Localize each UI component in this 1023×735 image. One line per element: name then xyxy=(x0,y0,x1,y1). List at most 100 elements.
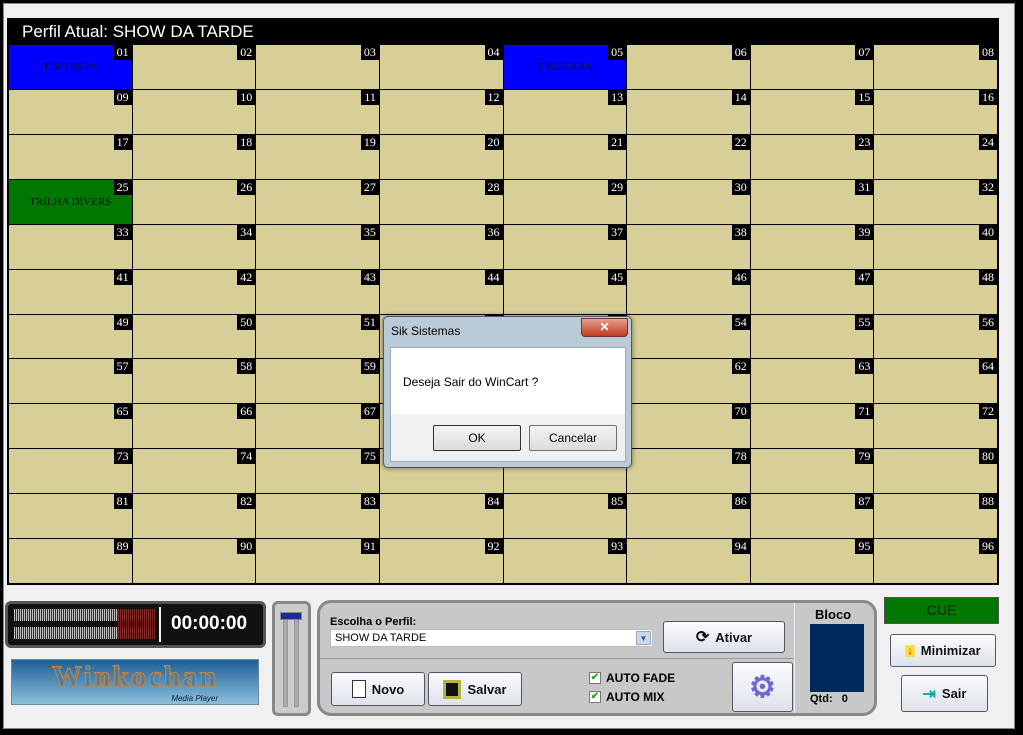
cart-cell[interactable]: 20 xyxy=(379,134,503,179)
cart-cell[interactable]: 36 xyxy=(379,224,503,269)
cart-cell[interactable]: 31 xyxy=(750,179,874,224)
cart-cell[interactable]: 12 xyxy=(379,89,503,134)
cart-cell[interactable]: 29 xyxy=(503,179,627,224)
cart-cell[interactable]: 04 xyxy=(379,45,503,89)
cart-cell[interactable]: 40 xyxy=(874,224,997,269)
cart-cell[interactable]: 43 xyxy=(256,269,379,314)
cart-cell[interactable]: 65 xyxy=(9,404,132,449)
cart-cell[interactable]: 07 xyxy=(750,45,874,89)
cart-cell[interactable]: 14 xyxy=(627,89,750,134)
cart-cell[interactable]: 03 xyxy=(256,45,379,89)
cart-cell[interactable]: 13 xyxy=(503,89,627,134)
cart-cell[interactable]: 74 xyxy=(132,449,256,494)
save-button[interactable]: Salvar xyxy=(428,672,522,706)
cart-cell[interactable]: 10 xyxy=(132,89,256,134)
cart-cell[interactable]: 89 xyxy=(9,539,132,583)
cart-cell[interactable]: 47 xyxy=(750,269,874,314)
cart-cell[interactable]: 35 xyxy=(256,224,379,269)
cart-cell[interactable]: 21 xyxy=(503,134,627,179)
cart-cell[interactable]: 82 xyxy=(132,494,256,539)
cart-cell[interactable]: 70 xyxy=(627,404,750,449)
cart-cell[interactable]: 81 xyxy=(9,494,132,539)
cart-cell[interactable]: 93 xyxy=(503,539,627,583)
cart-cell[interactable]: 85 xyxy=(503,494,627,539)
cart-cell[interactable]: 67 xyxy=(256,404,379,449)
chevron-down-icon[interactable]: ▼ xyxy=(636,631,651,645)
ok-button[interactable]: OK xyxy=(433,425,521,451)
cart-cell[interactable]: 83 xyxy=(256,494,379,539)
cart-cell[interactable]: 28 xyxy=(379,179,503,224)
cart-cell[interactable]: 09 xyxy=(9,89,132,134)
cart-cell[interactable]: 88 xyxy=(874,494,997,539)
cart-cell[interactable]: 63 xyxy=(750,359,874,404)
cart-cell[interactable]: 55 xyxy=(750,314,874,359)
fader-handle[interactable] xyxy=(280,612,302,620)
cart-cell[interactable]: 11 xyxy=(256,89,379,134)
cart-cell[interactable]: 57 xyxy=(9,359,132,404)
cart-cell[interactable]: 27 xyxy=(256,179,379,224)
cancel-button[interactable]: Cancelar xyxy=(529,425,617,451)
cart-cell[interactable]: 44 xyxy=(379,269,503,314)
cart-cell[interactable]: 45 xyxy=(503,269,627,314)
dialog-close-button[interactable]: ✕ xyxy=(581,318,628,337)
cart-cell[interactable]: 94 xyxy=(627,539,750,583)
cart-cell[interactable]: 02 xyxy=(132,45,256,89)
cart-cell[interactable]: 19 xyxy=(256,134,379,179)
cart-cell[interactable]: 62 xyxy=(627,359,750,404)
cart-cell[interactable]: 56 xyxy=(874,314,997,359)
activate-button[interactable]: ⟳ Ativar xyxy=(663,621,785,653)
cart-cell[interactable]: 17 xyxy=(9,134,132,179)
auto-mix-checkbox[interactable]: ✔ AUTO MIX xyxy=(589,690,664,704)
cart-cell[interactable]: 34 xyxy=(132,224,256,269)
cart-cell[interactable]: 26 xyxy=(132,179,256,224)
cart-cell[interactable]: 92 xyxy=(379,539,503,583)
profile-select[interactable]: SHOW DA TARDE ▼ xyxy=(330,629,653,647)
settings-button[interactable]: ⚙ xyxy=(732,662,793,712)
cart-cell[interactable]: 16 xyxy=(874,89,997,134)
cart-cell[interactable]: 08 xyxy=(874,45,997,89)
cart-cell[interactable]: 01 T NOTICIA xyxy=(9,45,132,89)
cart-cell[interactable]: 80 xyxy=(874,449,997,494)
new-button[interactable]: Novo xyxy=(331,672,425,706)
cart-cell[interactable]: 66 xyxy=(132,404,256,449)
cart-cell[interactable]: 46 xyxy=(627,269,750,314)
cart-cell[interactable]: 48 xyxy=(874,269,997,314)
cart-cell[interactable]: 38 xyxy=(627,224,750,269)
cart-cell[interactable]: 39 xyxy=(750,224,874,269)
cart-cell[interactable]: 54 xyxy=(627,314,750,359)
cart-cell[interactable]: 33 xyxy=(9,224,132,269)
cart-cell[interactable]: 86 xyxy=(627,494,750,539)
cart-cell[interactable]: 84 xyxy=(379,494,503,539)
cart-cell[interactable]: 24 xyxy=(874,134,997,179)
exit-button[interactable]: ⇥ Sair xyxy=(901,675,988,712)
cue-indicator[interactable]: CUE xyxy=(884,597,999,624)
volume-fader[interactable] xyxy=(272,601,311,716)
cart-cell[interactable]: 87 xyxy=(750,494,874,539)
cart-cell[interactable]: 79 xyxy=(750,449,874,494)
cart-cell[interactable]: 90 xyxy=(132,539,256,583)
cart-cell[interactable]: 59 xyxy=(256,359,379,404)
cart-cell[interactable]: 25 TRILHA DIVERS xyxy=(9,179,132,224)
cart-cell[interactable]: 75 xyxy=(256,449,379,494)
cart-cell[interactable]: 06 xyxy=(627,45,750,89)
cart-cell[interactable]: 49 xyxy=(9,314,132,359)
cart-cell[interactable]: 15 xyxy=(750,89,874,134)
auto-fade-checkbox[interactable]: ✔ AUTO FADE xyxy=(589,671,675,685)
cart-cell[interactable]: 64 xyxy=(874,359,997,404)
cart-cell[interactable]: 91 xyxy=(256,539,379,583)
minimize-button[interactable]: ↓ Minimizar xyxy=(890,634,996,667)
cart-cell[interactable]: 41 xyxy=(9,269,132,314)
cart-cell[interactable]: 22 xyxy=(627,134,750,179)
cart-cell[interactable]: 51 xyxy=(256,314,379,359)
cart-cell[interactable]: 05 T NOTICIA xyxy=(503,45,627,89)
cart-cell[interactable]: 78 xyxy=(627,449,750,494)
cart-cell[interactable]: 73 xyxy=(9,449,132,494)
cart-cell[interactable]: 50 xyxy=(132,314,256,359)
cart-cell[interactable]: 95 xyxy=(750,539,874,583)
cart-cell[interactable]: 96 xyxy=(874,539,997,583)
cart-cell[interactable]: 32 xyxy=(874,179,997,224)
cart-cell[interactable]: 71 xyxy=(750,404,874,449)
cart-cell[interactable]: 23 xyxy=(750,134,874,179)
cart-cell[interactable]: 18 xyxy=(132,134,256,179)
cart-cell[interactable]: 42 xyxy=(132,269,256,314)
